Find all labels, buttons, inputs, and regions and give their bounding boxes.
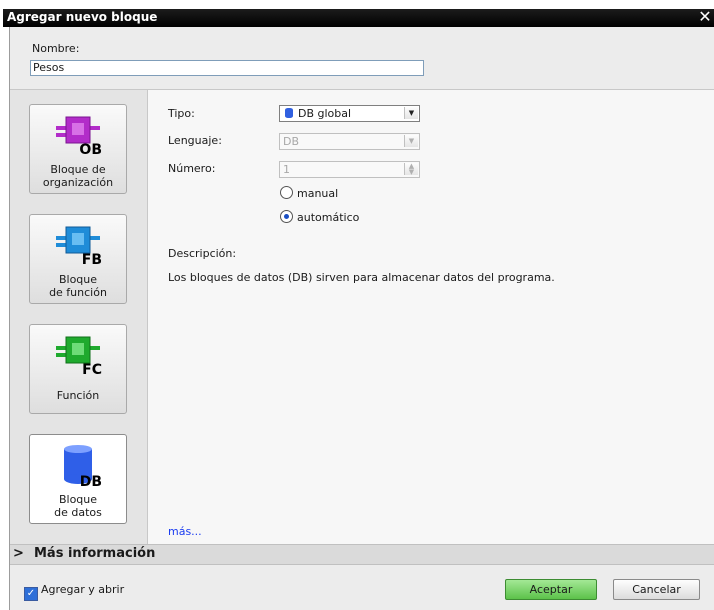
- name-label: Nombre:: [32, 42, 80, 55]
- block-label-fb: Bloque de función: [49, 273, 107, 299]
- tipo-label: Tipo:: [168, 107, 195, 120]
- add-and-open-checkbox[interactable]: ✓: [24, 587, 38, 601]
- name-input[interactable]: Pesos: [30, 60, 424, 76]
- radio-manual-circle[interactable]: [280, 186, 293, 199]
- add-and-open-option[interactable]: ✓ Agregar y abrir: [24, 583, 124, 601]
- lenguaje-label: Lenguaje:: [168, 134, 222, 147]
- more-info-bar[interactable]: > Más información: [10, 544, 714, 565]
- tipo-select[interactable]: DB global ▼: [279, 105, 420, 122]
- radio-manual[interactable]: manual: [280, 186, 338, 200]
- function-icon: FC: [56, 336, 102, 377]
- block-button-db[interactable]: DB Bloque de datos: [29, 434, 127, 524]
- window-title: Agregar nuevo bloque: [7, 10, 158, 24]
- accept-button[interactable]: Aceptar: [505, 579, 597, 600]
- more-info-label: Más información: [34, 546, 156, 561]
- radio-automatico-circle[interactable]: [280, 210, 293, 223]
- function-block-icon: FB: [56, 226, 102, 267]
- more-link[interactable]: más...: [168, 525, 202, 538]
- numero-label: Número:: [168, 162, 216, 175]
- radio-manual-label: manual: [297, 187, 339, 200]
- lenguaje-value: DB: [283, 135, 300, 148]
- block-button-fb[interactable]: FB Bloque de función: [29, 214, 127, 304]
- tipo-value: DB global: [298, 107, 352, 120]
- db-mini-icon: [285, 108, 293, 118]
- block-label-db: Bloque de datos: [54, 493, 102, 519]
- block-button-ob[interactable]: OB Bloque de organización: [29, 104, 127, 194]
- main-area: OB Bloque de organización FB Bloque de f…: [10, 89, 714, 544]
- block-label-ob: Bloque de organización: [42, 163, 114, 189]
- chevron-down-icon[interactable]: ▼: [404, 107, 418, 119]
- spinner-arrows-icon: ▲ ▼: [404, 163, 418, 176]
- description-label: Descripción:: [168, 247, 237, 260]
- svg-text:DB: DB: [80, 474, 102, 487]
- svg-text:OB: OB: [79, 142, 102, 157]
- svg-text:FB: FB: [82, 252, 102, 267]
- radio-automatico-label: automático: [297, 211, 360, 224]
- organization-block-icon: OB: [56, 116, 102, 157]
- title-bar: Agregar nuevo bloque ✕: [3, 8, 714, 27]
- radio-automatico[interactable]: automático: [280, 210, 359, 224]
- lenguaje-select: DB ▼: [279, 133, 420, 150]
- description-text: Los bloques de datos (DB) sirven para al…: [168, 271, 555, 284]
- svg-text:FC: FC: [82, 362, 102, 377]
- block-button-fc[interactable]: FC Función: [29, 324, 127, 414]
- numero-value: 1: [283, 163, 290, 176]
- close-icon[interactable]: ✕: [697, 8, 713, 26]
- cancel-button[interactable]: Cancelar: [613, 579, 700, 600]
- chevron-down-icon: ▼: [404, 135, 418, 147]
- block-type-panel: OB Bloque de organización FB Bloque de f…: [10, 90, 148, 544]
- numero-spinner: 1 ▲ ▼: [279, 161, 420, 178]
- block-label-fc: Función: [56, 389, 100, 402]
- add-and-open-label: Agregar y abrir: [41, 583, 125, 596]
- database-icon: DB: [64, 445, 102, 487]
- chevron-right-icon[interactable]: >: [13, 546, 24, 561]
- add-block-dialog: Nombre: Pesos OB Bloque de organización: [9, 27, 714, 610]
